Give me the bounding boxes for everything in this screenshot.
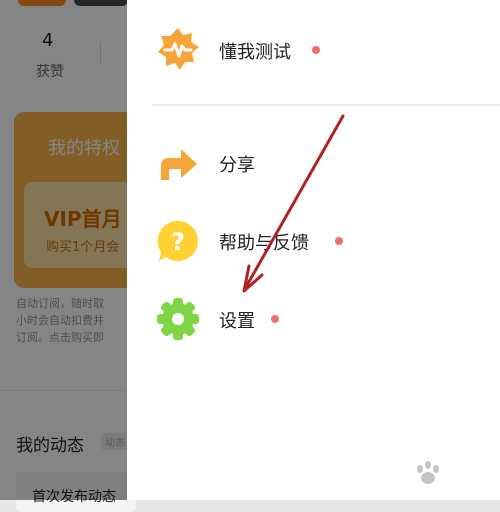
menu-divider [152, 104, 500, 106]
notification-dot [271, 315, 279, 323]
help-bubble-icon: ? [155, 218, 201, 264]
side-drawer: 懂我测试 分享 ? 帮助与反馈 设置 [127, 0, 500, 500]
menu-item-dongwo-test[interactable]: 懂我测试 [127, 20, 500, 80]
menu-label: 分享 [219, 155, 255, 176]
gear-icon [155, 296, 201, 342]
notification-dot [335, 237, 343, 245]
menu-item-settings[interactable]: 设置 [127, 289, 500, 349]
menu-label: 设置 [219, 311, 255, 332]
menu-item-share[interactable]: 分享 [127, 133, 500, 193]
notification-dot [312, 46, 320, 54]
baidu-jingyan-watermark [417, 461, 439, 484]
svg-text:?: ? [171, 228, 185, 256]
menu-item-help-feedback[interactable]: ? 帮助与反馈 [127, 211, 500, 271]
menu-label: 懂我测试 [219, 42, 291, 63]
pulse-badge-icon [155, 26, 201, 72]
share-arrow-icon [155, 140, 201, 186]
menu-label: 帮助与反馈 [219, 233, 309, 254]
